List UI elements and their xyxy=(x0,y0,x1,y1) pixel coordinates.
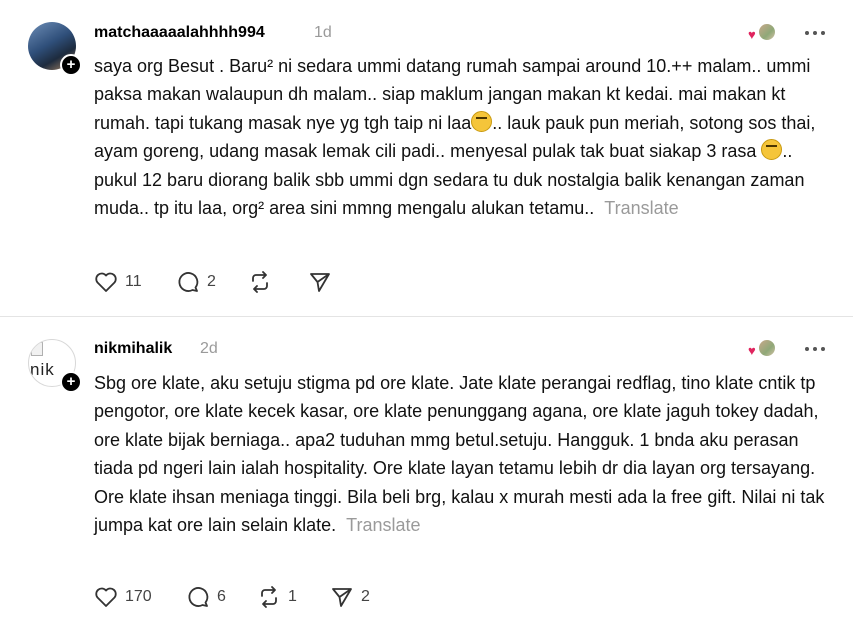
username[interactable]: matchaaaaalahhhh994 xyxy=(94,24,265,42)
heart-icon: ♥ xyxy=(748,343,756,358)
share-count: 2 xyxy=(361,588,370,605)
translate-link[interactable]: Translate xyxy=(346,515,420,535)
send-icon xyxy=(332,588,352,607)
share-button[interactable] xyxy=(308,268,339,296)
reply-count: 6 xyxy=(217,588,226,605)
comment-icon xyxy=(178,272,199,292)
post-time: 2d xyxy=(200,340,218,357)
avatar-alt-text: nik xyxy=(30,360,55,379)
post-time: 1d xyxy=(314,24,332,41)
laughing-emoji-icon xyxy=(471,110,493,132)
username[interactable]: nikmihalik xyxy=(94,340,172,358)
avatar[interactable]: + xyxy=(28,22,82,76)
more-options-icon[interactable] xyxy=(803,29,827,37)
reply-count: 2 xyxy=(207,273,216,290)
thread-reply: nik + nikmihalik 2d ♥ Sbg ore klate, aku… xyxy=(0,317,853,627)
like-count: 11 xyxy=(125,273,142,290)
follow-plus-icon[interactable]: + xyxy=(60,371,82,393)
post-actions: 170 6 1 2 xyxy=(94,583,384,611)
repost-icon xyxy=(252,271,268,293)
more-options-icon[interactable] xyxy=(803,345,827,353)
post-text-part: Sbg ore klate, aku setuju stigma pd ore … xyxy=(94,373,825,536)
follow-plus-icon[interactable]: + xyxy=(60,54,82,76)
like-button[interactable]: 11 xyxy=(94,268,142,296)
heart-outline-icon xyxy=(95,587,117,607)
translate-link[interactable]: Translate xyxy=(604,198,678,218)
like-count: 170 xyxy=(125,588,152,605)
author-mini-avatar xyxy=(757,338,777,358)
laughing-emoji-icon xyxy=(761,139,783,161)
heart-outline-icon xyxy=(95,272,117,292)
share-button[interactable]: 2 xyxy=(330,583,370,611)
like-button[interactable]: 170 xyxy=(94,583,152,611)
author-mini-avatar xyxy=(757,22,777,42)
repost-button[interactable]: 1 xyxy=(257,583,297,611)
liked-by-author-icon: ♥ xyxy=(748,22,778,44)
thread-reply: + matchaaaaalahhhh994 1d ♥ saya org Besu… xyxy=(0,0,853,316)
post-actions: 11 2 xyxy=(94,268,354,296)
post-text: Sbg ore klate, aku setuju stigma pd ore … xyxy=(94,369,834,539)
send-icon xyxy=(310,273,330,292)
repost-icon xyxy=(261,586,277,608)
reply-button[interactable]: 6 xyxy=(186,583,226,611)
comment-icon xyxy=(188,587,209,607)
avatar[interactable]: nik + xyxy=(28,339,82,393)
repost-count: 1 xyxy=(288,588,297,605)
post-text: saya org Besut . Baru² ni sedara ummi da… xyxy=(94,52,834,222)
reply-button[interactable]: 2 xyxy=(176,268,216,296)
heart-icon: ♥ xyxy=(748,27,756,42)
repost-button[interactable] xyxy=(248,268,279,296)
broken-image-icon xyxy=(31,342,43,356)
liked-by-author-icon: ♥ xyxy=(748,338,778,360)
